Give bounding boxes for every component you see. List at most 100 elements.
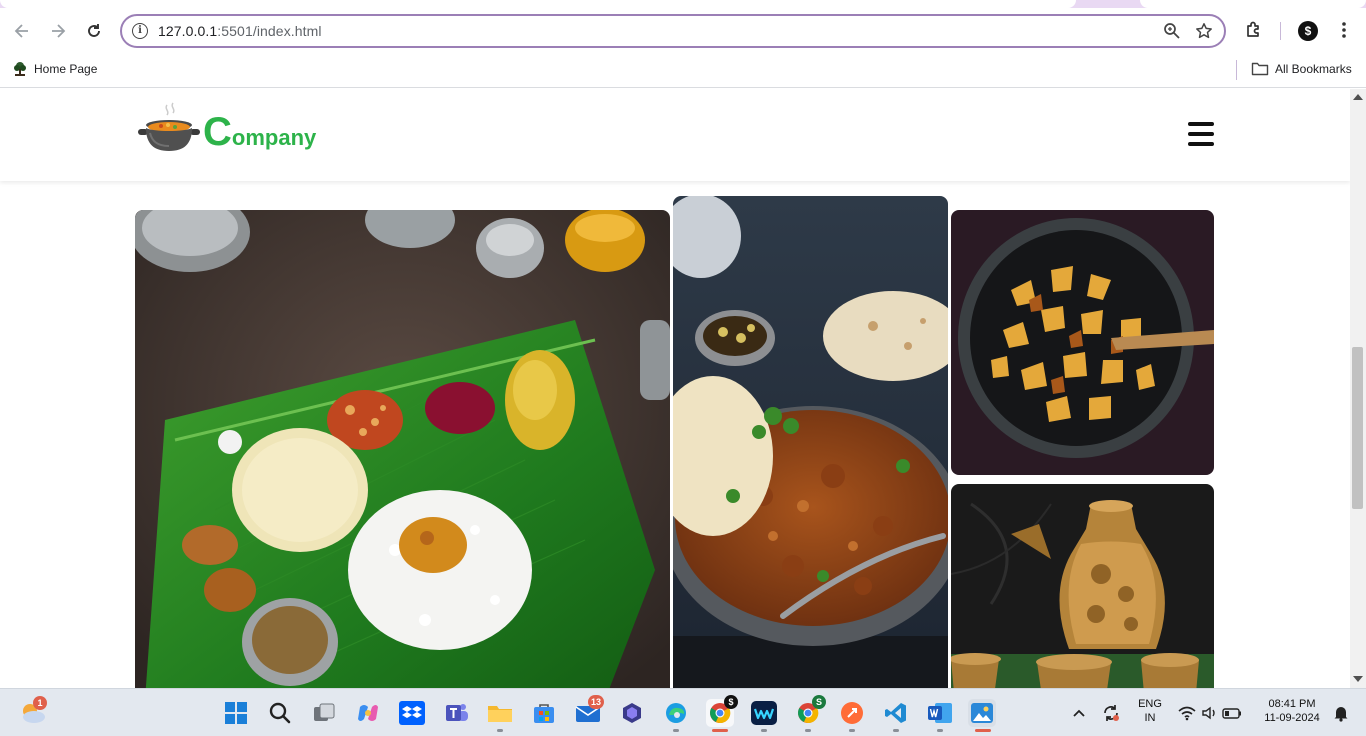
menu-kebab-icon[interactable] — [1333, 20, 1355, 42]
back-button[interactable] — [12, 21, 32, 41]
start-button[interactable] — [222, 699, 250, 727]
language-code: ENG — [1138, 698, 1162, 710]
site-info-icon[interactable]: i — [132, 23, 148, 39]
browser-toolbar: i 127.0.0.1:5501/index.html $ — [0, 8, 1366, 54]
word-button[interactable] — [926, 699, 954, 727]
forward-button[interactable] — [48, 21, 68, 41]
bookmark-home-label: Home Page — [34, 62, 98, 76]
reload-button[interactable] — [84, 21, 104, 41]
postman-button[interactable] — [838, 699, 866, 727]
bookmarks-divider — [1236, 60, 1237, 80]
tab-strip — [0, 0, 1366, 8]
edge-button[interactable] — [662, 699, 690, 727]
file-explorer-button[interactable] — [486, 699, 514, 727]
page-viewport: Company — [0, 89, 1350, 688]
show-hidden-icons-button[interactable] — [1068, 699, 1090, 727]
logo-rest: ompany — [231, 125, 317, 150]
taskbar-running-indicator — [937, 729, 943, 732]
battery-icon — [1222, 708, 1241, 719]
word-icon — [928, 703, 952, 723]
search-icon — [269, 702, 291, 724]
mutton-curry-naan-photo[interactable] — [673, 196, 948, 688]
language-indicator[interactable]: ENG IN — [1136, 698, 1164, 724]
taskbar-running-indicator — [497, 729, 503, 732]
active-tab[interactable] — [0, 0, 1076, 8]
copilot-button[interactable] — [354, 699, 382, 727]
profile-avatar[interactable]: $ — [1298, 21, 1318, 41]
hamburger-menu-icon[interactable] — [1188, 122, 1216, 148]
address-bar[interactable]: i 127.0.0.1:5501/index.html — [120, 14, 1226, 48]
curry-pot-icon — [137, 101, 201, 161]
arrow-right-icon — [52, 24, 66, 38]
clock-date: 11-09-2024 — [1264, 712, 1320, 724]
sync-icon — [1104, 705, 1119, 721]
windows-taskbar: 1 13 $ S ENG IN 08:41 PM 11-09-2024 — [0, 688, 1366, 736]
chrome-profile2-button[interactable]: S — [794, 695, 826, 727]
chevron-up-icon — [1073, 709, 1085, 717]
windows-logo-icon — [225, 702, 247, 724]
scroll-up-icon[interactable] — [1353, 94, 1363, 100]
region-code: IN — [1144, 712, 1156, 724]
site-header: Company — [0, 89, 1350, 181]
inactive-tab[interactable] — [1140, 0, 1366, 8]
dropbox-button[interactable] — [398, 699, 426, 727]
arrow-left-icon — [14, 24, 28, 38]
all-bookmarks-button[interactable]: All Bookmarks — [1251, 61, 1352, 77]
taskbar-running-indicator — [761, 729, 767, 732]
mail-button[interactable]: 13 — [574, 695, 605, 727]
mail-badge: 13 — [588, 695, 605, 709]
url-text[interactable]: 127.0.0.1:5501/index.html — [158, 23, 322, 39]
all-bookmarks-label: All Bookmarks — [1275, 62, 1352, 76]
url-path: :5501/index.html — [217, 23, 322, 39]
toolbar-divider — [1280, 22, 1281, 40]
folder-icon — [488, 706, 512, 722]
fried-potatoes-pan-photo[interactable] — [951, 210, 1214, 475]
chrome-button[interactable]: $ — [706, 695, 738, 727]
notifications-button[interactable] — [1330, 699, 1352, 727]
page-scrollbar[interactable] — [1350, 89, 1366, 688]
app-button-purple[interactable] — [618, 699, 646, 727]
clock[interactable]: 08:41 PM 11-09-2024 — [1256, 698, 1328, 724]
sync-tray-button[interactable] — [1099, 699, 1123, 727]
reload-icon — [88, 24, 100, 37]
teams-icon — [446, 704, 468, 721]
bell-icon — [1334, 707, 1348, 722]
chrome-profile-badge: $ — [724, 695, 738, 709]
vscode-button[interactable] — [882, 699, 910, 727]
scrollbar-thumb[interactable] — [1352, 347, 1363, 509]
taskbar-running-indicator — [893, 729, 899, 732]
photos-button[interactable] — [968, 699, 996, 727]
weather-badge: 1 — [33, 696, 47, 710]
extensions-icon[interactable] — [1243, 20, 1265, 42]
photos-icon — [971, 703, 993, 723]
brass-jug-cups-photo[interactable] — [951, 484, 1214, 688]
clock-time: 08:41 PM — [1268, 698, 1316, 710]
folder-icon — [1251, 62, 1269, 76]
task-view-button[interactable] — [310, 699, 338, 727]
chrome2-profile-badge: S — [812, 695, 826, 709]
company-logo[interactable]: Company — [137, 101, 316, 161]
store-icon — [534, 704, 554, 723]
dropbox-icon — [399, 701, 425, 725]
app-button-blue-w[interactable] — [750, 699, 778, 727]
zoom-icon[interactable] — [1162, 22, 1182, 42]
edge-icon — [666, 703, 686, 723]
banana-leaf-thali-photo[interactable] — [135, 210, 670, 688]
bookmark-star-icon[interactable] — [1194, 22, 1214, 42]
taskbar-running-indicator — [673, 729, 679, 732]
copilot-icon — [358, 705, 378, 721]
url-host: 127.0.0.1 — [158, 23, 218, 39]
taskbar-active-indicator — [712, 729, 728, 732]
postman-icon — [841, 702, 863, 724]
search-button[interactable] — [266, 699, 294, 727]
bookmarks-bar: Home Page All Bookmarks — [0, 54, 1366, 88]
teams-button[interactable] — [442, 699, 470, 727]
taskbar-running-indicator — [805, 729, 811, 732]
store-button[interactable] — [530, 699, 558, 727]
tree-favicon-icon — [14, 62, 26, 76]
bookmark-home-page[interactable]: Home Page — [12, 61, 97, 77]
weather-widget[interactable]: 1 — [18, 696, 48, 727]
hexagon-app-icon — [623, 703, 641, 723]
network-volume-battery-group[interactable] — [1176, 699, 1246, 727]
scroll-down-icon[interactable] — [1353, 676, 1363, 682]
